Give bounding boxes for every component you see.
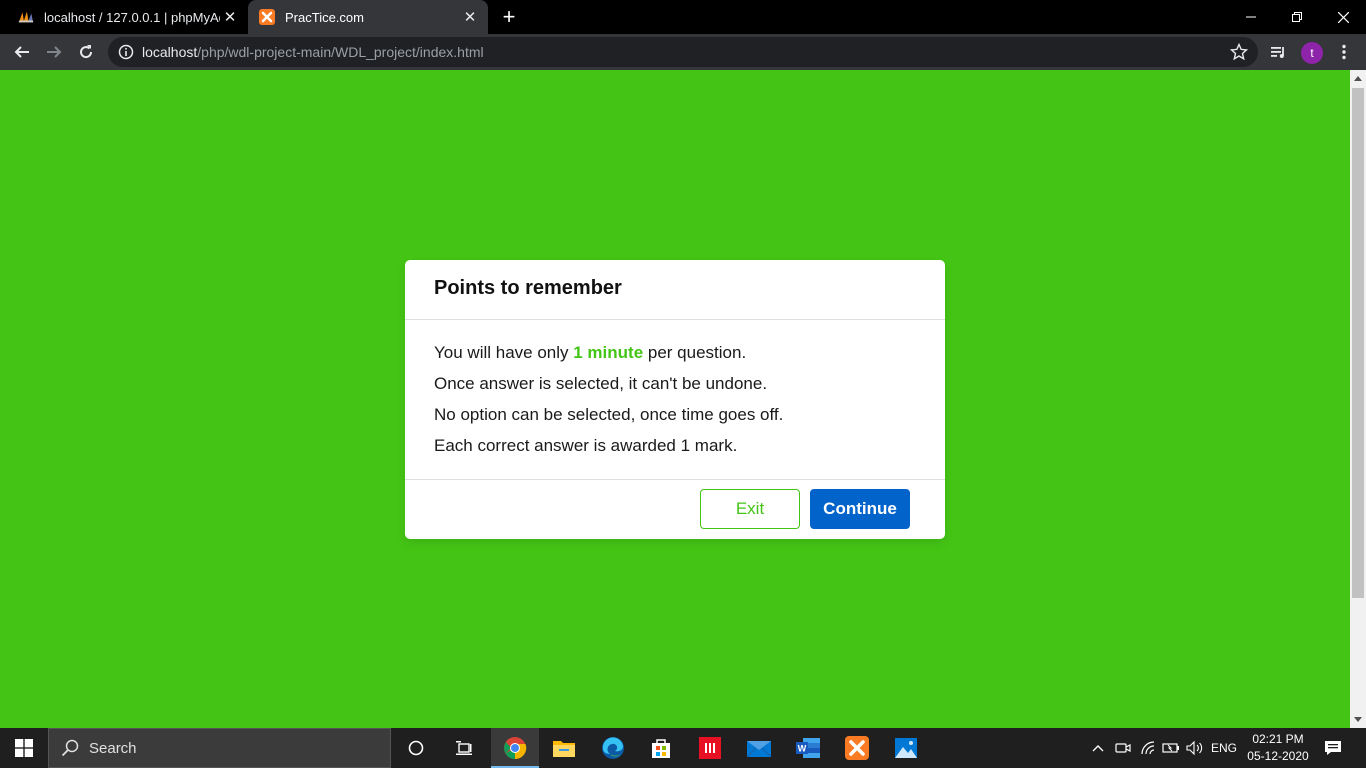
close-icon	[1337, 11, 1349, 23]
xampp-icon	[845, 736, 869, 760]
phpmyadmin-icon	[18, 9, 34, 25]
tab-practice[interactable]: PracTice.com ✕	[248, 0, 488, 34]
back-arrow-icon	[14, 46, 29, 58]
browser-tab-strip: localhost / 127.0.0.1 | phpMyAdmin ✕ Pra…	[0, 0, 1366, 34]
media-control-button[interactable]	[1265, 38, 1293, 66]
close-window-button[interactable]	[1320, 0, 1366, 34]
taskbar-mail[interactable]	[735, 728, 783, 768]
input-language-button[interactable]: ENG	[1208, 728, 1240, 768]
camera-icon	[1115, 743, 1131, 753]
taskbar-edge[interactable]	[589, 728, 637, 768]
taskbar-file-explorer[interactable]	[540, 728, 588, 768]
taskbar-word[interactable]: W	[784, 728, 832, 768]
action-center-button[interactable]	[1320, 728, 1346, 768]
scrollbar-thumb[interactable]	[1352, 88, 1364, 598]
rule-text: You will have only	[434, 343, 574, 362]
tab-phpmyadmin[interactable]: localhost / 127.0.0.1 | phpMyAdmin ✕	[0, 0, 248, 34]
photos-icon	[895, 738, 917, 758]
chrome-icon	[504, 737, 527, 760]
reload-button[interactable]	[72, 38, 100, 66]
store-icon	[652, 739, 670, 758]
continue-button[interactable]: Continue	[810, 489, 910, 529]
url-path: /php/wdl-project-main/WDL_project/index.…	[197, 44, 484, 60]
taskbar-xampp[interactable]	[833, 728, 881, 768]
restore-icon	[1292, 12, 1302, 22]
app-icon	[699, 737, 721, 759]
clock[interactable]: 02:21 PM 05-12-2020	[1244, 731, 1312, 765]
tab-title: localhost / 127.0.0.1 | phpMyAdmin	[44, 9, 220, 25]
rules-dialog: Points to remember You will have only 1 …	[405, 260, 945, 539]
bookmark-star-icon[interactable]	[1229, 42, 1249, 61]
profile-avatar[interactable]: t	[1301, 42, 1323, 64]
rule-line: Each correct answer is awarded 1 mark.	[434, 436, 738, 455]
forward-button[interactable]	[40, 38, 68, 66]
rules-list: You will have only 1 minute per question…	[405, 320, 945, 480]
taskbar-store[interactable]	[637, 728, 685, 768]
speaker-icon	[1186, 741, 1203, 755]
address-bar[interactable]: localhost/php/wdl-project-main/WDL_proje…	[108, 37, 1258, 67]
playlist-icon	[1271, 47, 1284, 58]
rule-line: You will have only 1 minute per question…	[434, 342, 916, 373]
taskbar-photos[interactable]	[882, 728, 930, 768]
taskbar-chrome[interactable]	[491, 728, 539, 768]
cortana-button[interactable]	[392, 728, 440, 768]
file-explorer-icon	[553, 741, 575, 757]
battery-icon	[1162, 743, 1179, 753]
page-scrollbar[interactable]	[1350, 70, 1366, 728]
new-tab-button[interactable]: +	[497, 4, 521, 29]
start-button[interactable]	[0, 728, 48, 768]
volume-button[interactable]	[1184, 728, 1206, 768]
url-text: localhost/php/wdl-project-main/WDL_proje…	[142, 44, 484, 60]
back-button[interactable]	[8, 38, 36, 66]
cortana-circle-icon	[408, 740, 424, 756]
mail-icon	[746, 741, 772, 758]
task-view-button[interactable]	[440, 728, 488, 768]
browser-toolbar: localhost/php/wdl-project-main/WDL_proje…	[0, 34, 1366, 70]
page-viewport: Points to remember You will have only 1 …	[0, 70, 1350, 728]
rule-line: Once answer is selected, it can't be und…	[434, 374, 768, 393]
taskbar-app[interactable]	[686, 728, 734, 768]
search-placeholder: Search	[89, 739, 137, 757]
wifi-icon	[1141, 741, 1155, 755]
exit-button[interactable]: Exit	[700, 489, 800, 529]
scroll-up-arrow-icon[interactable]	[1354, 76, 1362, 81]
scroll-down-arrow-icon[interactable]	[1354, 717, 1362, 722]
url-host: localhost	[142, 44, 198, 60]
browser-menu-button[interactable]	[1330, 38, 1358, 66]
rule-line: No option can be selected, once time goe…	[434, 405, 784, 424]
info-icon[interactable]	[118, 44, 134, 60]
rule-text: per question.	[643, 343, 747, 362]
close-tab-icon[interactable]: ✕	[460, 7, 480, 27]
windows-logo-icon	[15, 739, 33, 757]
dialog-title: Points to remember	[405, 260, 945, 320]
minimize-icon	[1246, 16, 1256, 18]
edge-icon	[602, 737, 624, 759]
svg-text:W: W	[798, 744, 807, 754]
search-icon	[61, 739, 79, 757]
word-icon: W	[796, 738, 820, 758]
xampp-icon	[259, 9, 275, 25]
minimize-button[interactable]	[1228, 0, 1274, 34]
tab-title: PracTice.com	[285, 9, 364, 25]
time-highlight: 1 minute	[573, 343, 644, 362]
reload-icon	[80, 45, 93, 59]
close-tab-icon[interactable]: ✕	[220, 7, 240, 27]
task-view-icon	[456, 741, 472, 755]
meet-now-button[interactable]	[1112, 728, 1134, 768]
notification-icon	[1325, 741, 1341, 755]
battery-button[interactable]	[1160, 728, 1182, 768]
windows-taskbar: Search W ENG 02:21 PM 05-12-2020	[0, 728, 1366, 768]
kebab-menu-icon	[1342, 44, 1346, 60]
clock-date: 05-12-2020	[1247, 749, 1309, 763]
network-button[interactable]	[1137, 728, 1159, 768]
restore-button[interactable]	[1274, 0, 1320, 34]
forward-arrow-icon	[47, 46, 62, 58]
clock-time: 02:21 PM	[1252, 732, 1304, 746]
dialog-buttons: Exit Continue	[405, 480, 945, 539]
show-hidden-icons-button[interactable]	[1088, 728, 1108, 768]
chevron-up-icon	[1092, 745, 1104, 752]
taskbar-search-box[interactable]: Search	[48, 728, 391, 768]
